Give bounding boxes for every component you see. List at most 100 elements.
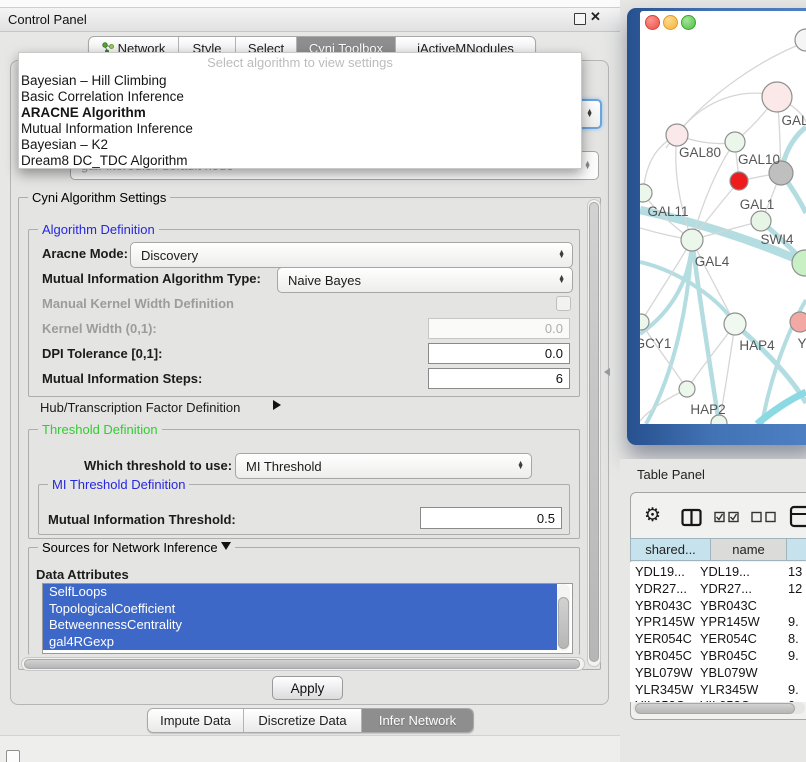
control-panel-titlebar: Control Panel (0, 8, 620, 32)
dpi-tolerance-label: DPI Tolerance [0,1]: (42, 346, 162, 361)
node-pink-top[interactable] (762, 82, 792, 112)
combo-arrows-icon: ▲▼ (584, 162, 591, 170)
table-row[interactable]: YER054CYER054C8. (630, 631, 806, 648)
algorithm-option[interactable]: Bayesian – Hill Climbing (19, 73, 581, 89)
table-horizontal-scrollbar[interactable] (633, 702, 805, 714)
column-browser-icon[interactable] (681, 508, 703, 528)
table-row[interactable]: YBR045CYBR045C9. (630, 648, 806, 665)
table-mode-icon[interactable] (789, 504, 806, 530)
node-red[interactable] (730, 172, 748, 190)
table-row[interactable]: YBL079WYBL079W (630, 665, 806, 682)
control-panel-title: Control Panel (8, 12, 87, 27)
algorithm-option[interactable]: ARACNE Algorithm (19, 105, 581, 121)
cell: YBR045C (635, 648, 692, 663)
column-header-shared-name[interactable]: shared... (630, 538, 711, 561)
kernel-width-value: 0.0 (545, 321, 563, 336)
zoom-traffic-button[interactable] (681, 15, 696, 30)
node-GAL10[interactable] (725, 132, 745, 152)
aracne-mode-combobox[interactable]: Discovery ▲▼ (130, 242, 573, 268)
attribute-item[interactable]: TopologicalCoefficient (43, 601, 557, 618)
data-attributes-list[interactable]: SelfLoopsTopologicalCoefficientBetweenne… (42, 583, 573, 654)
mi-steps-field[interactable]: 6 (428, 368, 570, 389)
column-header-name[interactable]: name (710, 538, 787, 561)
cell: YDL19... (700, 564, 750, 579)
mi-threshold-label: Mutual Information Threshold: (48, 512, 236, 527)
settings-vertical-scrollbar[interactable] (587, 199, 601, 667)
node-HAP2[interactable] (679, 381, 695, 397)
table-row[interactable]: YPR145WYPR145W9. (630, 614, 806, 631)
network-canvas[interactable]: GAL80GAL10GAL11GAL1GAL4GCY1HAP4HAP2SWI4G… (640, 11, 806, 424)
collapsed-panel-icon[interactable] (6, 750, 20, 762)
tab-discretize-data[interactable]: Discretize Data (244, 709, 362, 732)
cell: YDR27... (635, 581, 687, 596)
node-HAP4[interactable] (724, 313, 746, 335)
gear-icon[interactable]: ⚙ (644, 506, 661, 525)
table-panel-titlebar: Table Panel (620, 459, 806, 490)
node-pink-right[interactable] (790, 312, 806, 332)
table-rows: YDL19...YDL19...13YDR27...YDR27...12YBR0… (630, 562, 806, 702)
algorithm-dropdown-hint: Select algorithm to view settings (19, 53, 581, 73)
node-label: GAL1 (740, 197, 775, 212)
aracne-mode-label: Aracne Mode: (42, 246, 128, 261)
settings-horizontal-scrollbar[interactable] (21, 657, 585, 671)
table-row[interactable]: YBR043CYBR043C (630, 598, 806, 615)
cell: 9. (788, 648, 799, 663)
close-traffic-button[interactable] (645, 15, 660, 30)
collapse-arrow-icon[interactable] (221, 542, 231, 550)
cell: 9. (788, 614, 799, 629)
sources-title: Sources for Network Inference (38, 540, 235, 555)
column-header-partial[interactable] (786, 538, 806, 561)
algorithm-option[interactable]: Mutual Information Inference (19, 121, 581, 137)
node-label: GAL10 (738, 152, 780, 167)
mi-algorithm-type-label: Mutual Information Algorithm Type: (42, 271, 261, 286)
which-threshold-value: MI Threshold (236, 459, 322, 474)
deselect-all-checkboxes-icon[interactable] (751, 511, 779, 523)
threshold-definition-title: Threshold Definition (38, 422, 162, 437)
combo-arrows-icon: ▲▼ (517, 462, 524, 470)
mi-threshold-field[interactable]: 0.5 (420, 507, 562, 529)
cell: YLR345W (635, 682, 693, 697)
dpi-tolerance-field[interactable]: 0.0 (428, 343, 570, 364)
node-GAL11[interactable] (640, 184, 652, 202)
node-label: GAL11 (647, 204, 688, 219)
table-row[interactable]: YDR27...YDR27...12 (630, 581, 806, 598)
table-panel-title: Table Panel (637, 467, 705, 482)
tab-infer-network[interactable]: Infer Network (362, 709, 473, 732)
combo-arrows-icon: ▲▼ (558, 251, 565, 259)
aracne-mode-value: Discovery (131, 248, 198, 263)
expand-arrow-icon[interactable] (273, 400, 281, 410)
which-threshold-combobox[interactable]: MI Threshold ▲▼ (235, 453, 532, 479)
node-label: HAP2 (690, 402, 725, 417)
apply-button-label: Apply (291, 681, 325, 696)
node-partial-top[interactable] (795, 29, 806, 51)
close-icon[interactable]: ✕ (590, 9, 601, 25)
node-GAL80[interactable] (666, 124, 688, 146)
hub-definition-label[interactable]: Hub/Transcription Factor Definition (40, 400, 240, 415)
mi-algorithm-type-combobox[interactable]: Naive Bayes ▲▼ (277, 267, 573, 293)
cell: 12 (788, 581, 802, 596)
select-all-checkboxes-icon[interactable] (714, 511, 742, 523)
tab-label: Infer Network (379, 713, 456, 728)
algorithm-dropdown-list: Select algorithm to view settings Bayesi… (18, 52, 582, 169)
mi-steps-value: 6 (556, 371, 563, 386)
tab-impute-data[interactable]: Impute Data (148, 709, 244, 732)
cell: YDL19... (635, 564, 685, 579)
node-GAL1[interactable] (751, 211, 771, 231)
float-window-icon[interactable] (574, 13, 586, 25)
attribute-item[interactable]: BetweennessCentrality (43, 617, 557, 634)
algorithm-option[interactable]: Bayesian – K2 (19, 137, 581, 153)
table-row[interactable]: YDL19...YDL19...13 (630, 564, 806, 581)
tab-label: Impute Data (160, 713, 231, 728)
table-row[interactable]: YLR345WYLR345W9. (630, 682, 806, 699)
splitter-collapse-icon[interactable] (604, 368, 610, 376)
algorithm-option[interactable]: Basic Correlation Inference (19, 89, 581, 105)
node-GAL4[interactable] (681, 229, 703, 251)
attributes-vertical-scrollbar[interactable] (557, 584, 570, 651)
algorithm-option[interactable]: Dream8 DC_TDC Algorithm (19, 153, 581, 169)
minimize-traffic-button[interactable] (663, 15, 678, 30)
attribute-item[interactable]: SelfLoops (43, 584, 557, 601)
kernel-width-field[interactable]: 0.0 (428, 318, 570, 339)
apply-button[interactable]: Apply (272, 676, 343, 700)
attribute-item[interactable]: gal4RGexp (43, 634, 557, 651)
manual-kernel-checkbox[interactable] (556, 296, 571, 311)
